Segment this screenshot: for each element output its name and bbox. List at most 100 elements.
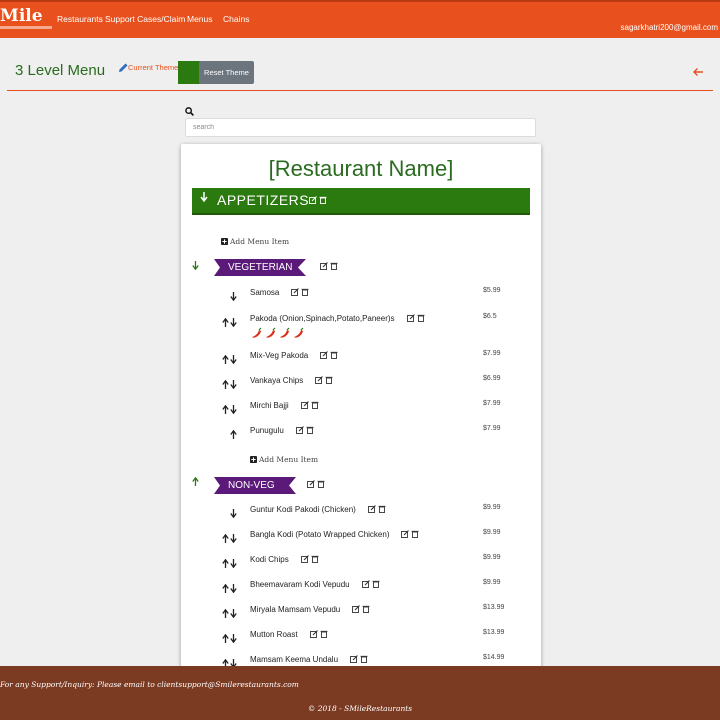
menu-item-actions xyxy=(291,288,309,296)
subcategory-ribbon-non-veg: NON-VEG xyxy=(214,477,296,494)
nav-menus[interactable]: Menus xyxy=(187,14,213,24)
move-down-icon[interactable] xyxy=(222,509,238,519)
arrow-down-icon[interactable] xyxy=(192,261,199,270)
trash-icon[interactable] xyxy=(317,480,325,488)
menu-item-price: $7.99 xyxy=(483,350,501,357)
edit-icon[interactable] xyxy=(406,314,415,322)
current-theme-label: Current Theme xyxy=(128,63,179,72)
arrow-up-icon[interactable] xyxy=(192,477,199,486)
nav-support-cases[interactable]: Support Cases/Claim xyxy=(105,14,185,24)
menu-item-name: Mamsam Keema Undalu xyxy=(250,655,339,664)
footer-copyright: © 2018 - SMileRestaurants xyxy=(307,704,413,713)
move-up-down-icon[interactable] xyxy=(222,633,238,644)
menu-item-price: $7.99 xyxy=(483,425,501,432)
move-down-icon[interactable] xyxy=(222,292,238,302)
chili-icon xyxy=(252,327,262,338)
move-up-down-icon[interactable] xyxy=(222,558,238,569)
move-up-down-icon[interactable] xyxy=(222,317,238,328)
move-up-icon[interactable] xyxy=(222,429,238,439)
theme-color-swatch[interactable] xyxy=(178,61,200,84)
trash-icon[interactable] xyxy=(306,426,314,434)
reorder-arrows xyxy=(222,314,238,332)
reorder-arrows xyxy=(222,630,238,648)
move-up-down-icon[interactable] xyxy=(222,533,238,544)
edit-icon[interactable] xyxy=(367,505,376,513)
brand-logo[interactable]: Mile xyxy=(0,7,43,25)
user-email[interactable]: sagarkhatri200@gmail.com xyxy=(621,23,719,32)
header-divider xyxy=(7,90,713,91)
chili-icon xyxy=(294,327,304,338)
spice-level-indicator xyxy=(250,327,305,340)
edit-icon[interactable] xyxy=(307,480,315,488)
menu-item-price: $9.99 xyxy=(483,504,501,511)
move-up-down-icon[interactable] xyxy=(222,404,238,415)
menu-item-price: $6.99 xyxy=(483,375,501,382)
menu-item-name: Punugulu xyxy=(250,426,284,435)
reorder-arrows xyxy=(222,505,238,523)
move-up-down-icon[interactable] xyxy=(222,354,238,365)
menu-item-name: Mirchi Bajji xyxy=(250,401,289,410)
reorder-arrows xyxy=(222,580,238,598)
trash-icon[interactable] xyxy=(417,314,425,322)
trash-icon[interactable] xyxy=(330,351,338,359)
edit-icon[interactable] xyxy=(300,401,309,409)
move-up-down-icon[interactable] xyxy=(222,379,238,390)
nav-chains[interactable]: Chains xyxy=(223,14,249,24)
edit-icon[interactable] xyxy=(291,288,300,296)
trash-icon[interactable] xyxy=(320,630,328,638)
trash-icon[interactable] xyxy=(301,288,309,296)
menu-item-price: $13.99 xyxy=(483,604,505,611)
reorder-arrows xyxy=(222,426,238,444)
plus-square-icon xyxy=(221,238,228,245)
menu-item-actions xyxy=(401,530,419,538)
reorder-arrows xyxy=(222,401,238,419)
add-menu-item-button[interactable]: Add Menu Item xyxy=(250,455,318,464)
trash-icon[interactable] xyxy=(311,401,319,409)
trash-icon[interactable] xyxy=(360,655,368,663)
subcategory-actions xyxy=(320,262,338,270)
trash-icon[interactable] xyxy=(372,580,380,588)
trash-icon[interactable] xyxy=(378,505,386,513)
trash-icon[interactable] xyxy=(319,196,327,204)
menu-item-name: Kodi Chips xyxy=(250,555,289,564)
edit-icon[interactable] xyxy=(295,426,304,434)
add-menu-item-button[interactable]: Add Menu Item xyxy=(221,237,289,246)
reset-theme-button[interactable]: Reset Theme xyxy=(199,61,254,84)
edit-icon[interactable] xyxy=(401,530,410,538)
arrow-down-icon[interactable] xyxy=(200,192,208,202)
edit-icon[interactable] xyxy=(320,262,328,270)
search-input[interactable] xyxy=(185,118,536,137)
menu-item-price: $13.99 xyxy=(483,629,505,636)
edit-icon[interactable] xyxy=(300,555,309,563)
trash-icon[interactable] xyxy=(325,376,333,384)
nav-restaurants[interactable]: Restaurants xyxy=(57,14,103,24)
edit-icon[interactable] xyxy=(350,655,358,663)
menu-item-price: $5.99 xyxy=(483,287,501,294)
back-arrow-icon[interactable] xyxy=(692,66,704,78)
footer-support-text: For any Support/Inquiry: Please email to… xyxy=(0,680,299,689)
menu-item-name: Mutton Roast xyxy=(250,630,298,639)
menu-item-actions xyxy=(300,401,319,409)
trash-icon[interactable] xyxy=(330,262,338,270)
plus-square-icon xyxy=(250,456,257,463)
edit-icon[interactable] xyxy=(315,376,324,384)
trash-icon[interactable] xyxy=(311,555,319,563)
category-actions xyxy=(309,196,327,204)
reorder-arrows xyxy=(222,555,238,573)
move-up-down-icon[interactable] xyxy=(222,608,238,619)
brand-tagline xyxy=(0,26,52,29)
edit-icon[interactable] xyxy=(309,630,318,638)
trash-icon[interactable] xyxy=(362,605,370,613)
trash-icon[interactable] xyxy=(411,530,419,538)
menu-item-name: Miryala Mamsam Vepudu xyxy=(250,605,341,614)
menu-item-name: Pakoda (Onion,Spinach,Potato,Paneer)s xyxy=(250,314,395,323)
menu-item-actions xyxy=(309,630,328,638)
edit-icon[interactable] xyxy=(361,580,370,588)
menu-card: [Restaurant Name] APPETIZERS Add Menu It… xyxy=(181,144,541,684)
edit-icon[interactable] xyxy=(320,351,329,359)
subcategory-title: NON-VEG xyxy=(228,480,275,491)
edit-icon[interactable] xyxy=(352,605,361,613)
edit-icon[interactable] xyxy=(309,196,317,204)
move-up-down-icon[interactable] xyxy=(222,583,238,594)
reorder-arrows xyxy=(222,351,238,369)
